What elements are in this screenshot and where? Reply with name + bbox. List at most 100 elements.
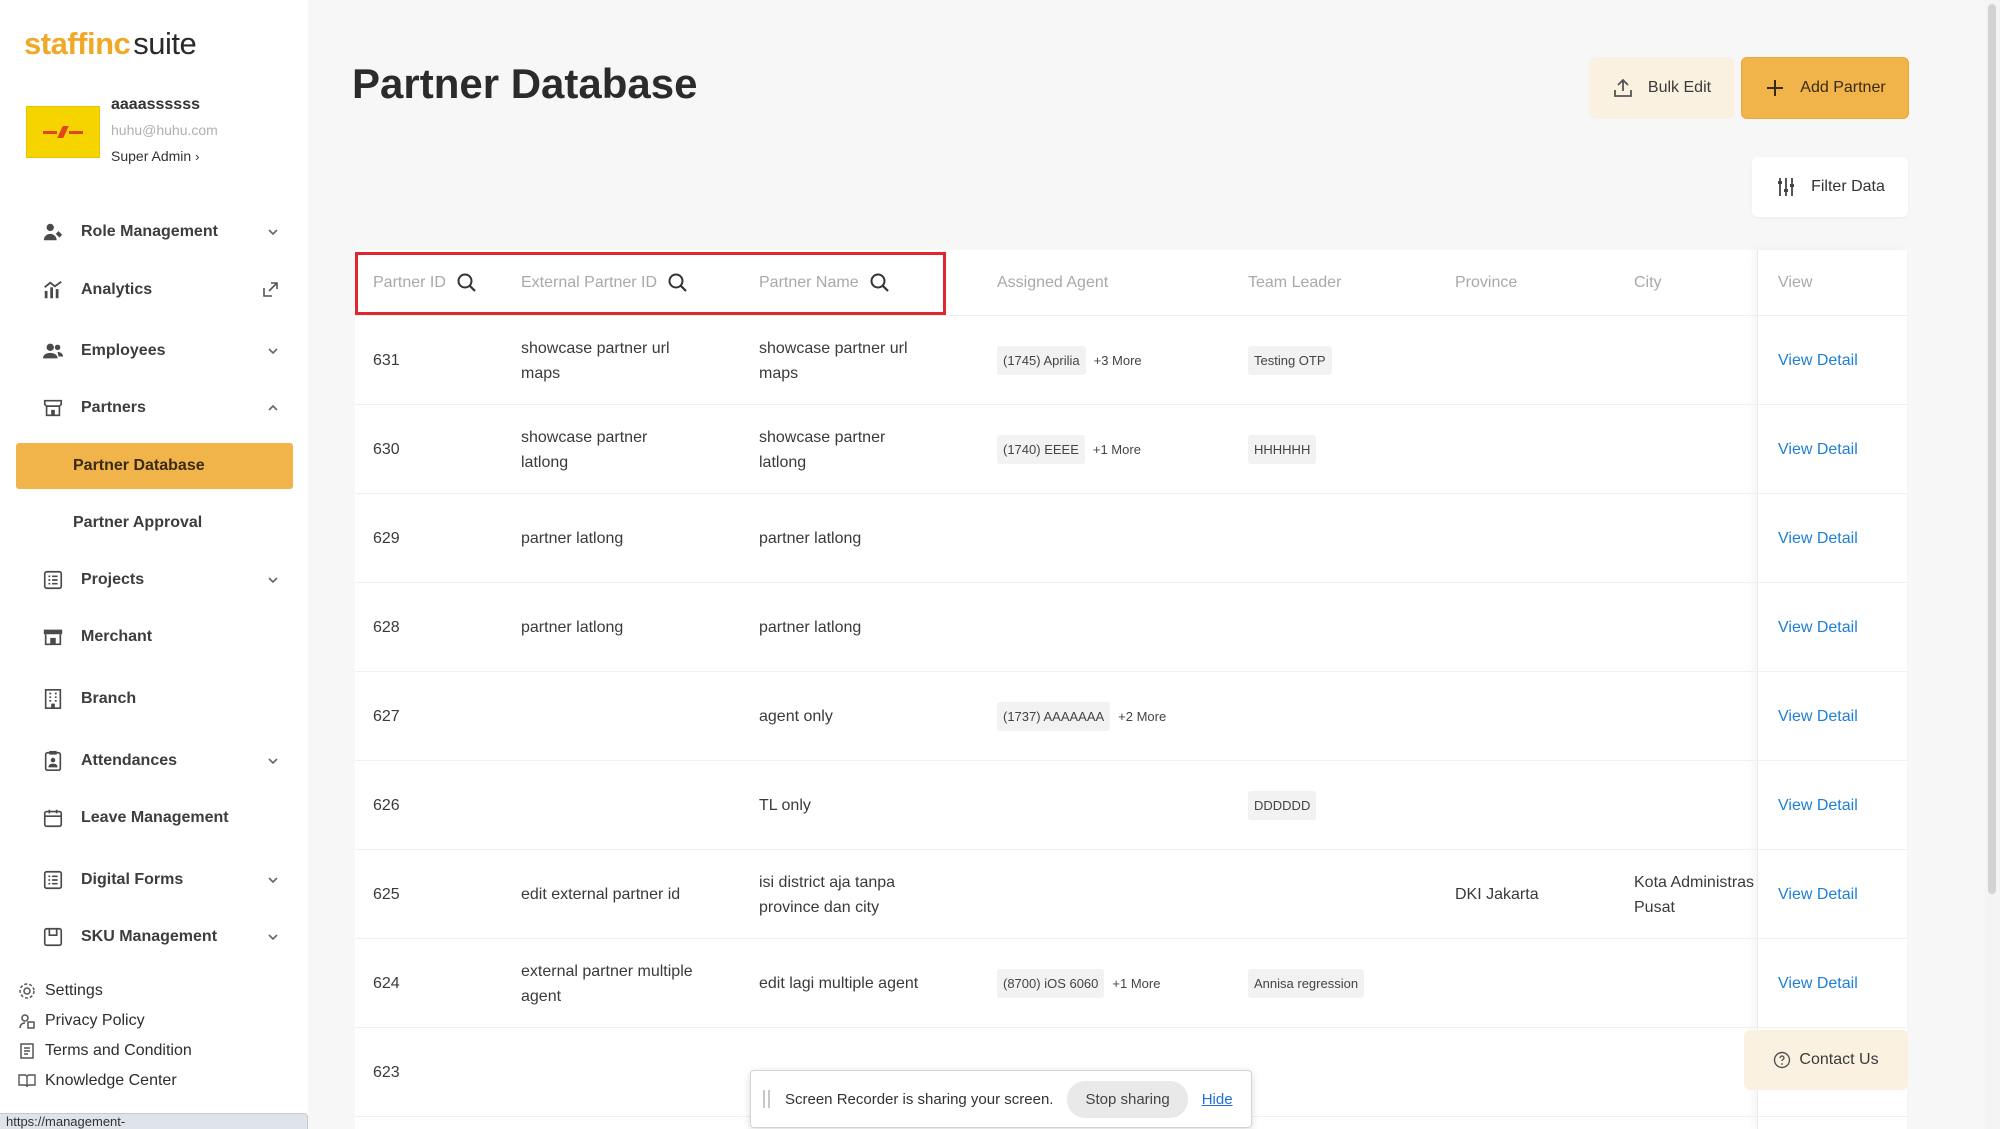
footer-link-terms[interactable]: Terms and Condition xyxy=(18,1039,192,1063)
cell-partner-name: showcase partner url maps xyxy=(759,339,908,382)
sidebar-item-employees[interactable]: Employees xyxy=(40,331,280,371)
avatar xyxy=(26,106,100,158)
column-header-label: Partner ID xyxy=(373,274,446,291)
sidebar-subitem-label: Partner Approval xyxy=(73,514,203,531)
cell-partner-id: 626 xyxy=(373,797,400,814)
external-link-icon xyxy=(263,282,278,297)
hide-button[interactable]: Hide xyxy=(1202,1091,1233,1108)
cell-city: Kota Administras Pusat xyxy=(1634,873,1755,916)
book-icon xyxy=(18,1072,36,1090)
view-detail-link[interactable]: View Detail xyxy=(1778,526,1858,551)
cell-external-partner-id: partner latlong xyxy=(521,530,624,547)
sidebar-item-projects[interactable]: Projects xyxy=(40,560,280,600)
view-detail-link[interactable]: View Detail xyxy=(1778,793,1858,818)
add-partner-button[interactable]: Add Partner xyxy=(1741,57,1909,119)
search-icon[interactable] xyxy=(869,272,891,294)
cell-external-partner-id: showcase partner latlong xyxy=(521,428,648,471)
agent-chip: (1740) EEEE xyxy=(997,435,1085,464)
sidebar-item-leave-management[interactable]: Leave Management xyxy=(40,798,280,838)
search-icon[interactable] xyxy=(456,272,478,294)
partners-icon xyxy=(40,395,66,421)
cell-city xyxy=(1634,494,1759,583)
plus-icon xyxy=(1767,80,1784,96)
agent-more-badge[interactable]: +1 More xyxy=(1112,971,1160,996)
sidebar-item-role-management[interactable]: Role Management xyxy=(40,212,280,252)
table-row: 631 showcase partner url maps showcase par… xyxy=(355,316,1907,405)
cell-view: View Detail xyxy=(1778,583,1858,672)
cell-view: View Detail xyxy=(1778,494,1858,583)
terms-icon xyxy=(18,1042,36,1060)
cell-partner-id: 627 xyxy=(373,708,400,725)
merchant-icon xyxy=(40,624,66,650)
footer-link-knowledge-center[interactable]: Knowledge Center xyxy=(18,1069,177,1093)
search-icon[interactable] xyxy=(667,272,689,294)
table-row: 625 edit external partner id isi district … xyxy=(355,850,1907,939)
sidebar-item-digital-forms[interactable]: Digital Forms xyxy=(40,860,280,900)
cell-external-partner-id: showcase partner url maps xyxy=(521,339,670,382)
view-detail-link[interactable]: View Detail xyxy=(1778,615,1858,640)
stop-sharing-button[interactable]: Stop sharing xyxy=(1067,1080,1188,1118)
app-logo[interactable]: staffincsuite xyxy=(24,26,197,62)
view-detail-link[interactable]: View Detail xyxy=(1778,882,1858,907)
sidebar-subitem-partner-approval[interactable]: Partner Approval xyxy=(16,500,293,546)
sidebar-item-merchant[interactable]: Merchant xyxy=(40,617,280,657)
filter-data-button[interactable]: Filter Data xyxy=(1752,157,1908,217)
footer-link-label: Terms and Condition xyxy=(45,1042,192,1059)
cell-city xyxy=(1634,672,1759,761)
user-profile: aaaassssss huhu@huhu.com Super Admin › xyxy=(26,94,296,170)
view-detail-link[interactable]: View Detail xyxy=(1778,437,1858,462)
sidebar-item-sku-management[interactable]: SKU Management xyxy=(40,917,280,957)
sidebar-subitem-partner-database[interactable]: Partner Database xyxy=(16,443,293,489)
add-partner-label: Add Partner xyxy=(1800,79,1886,96)
sidebar-item-branch[interactable]: Branch xyxy=(40,679,280,719)
footer-link-privacy-policy[interactable]: Privacy Policy xyxy=(18,1009,145,1033)
chevron-down-icon xyxy=(268,577,278,584)
agent-more-badge[interactable]: +2 More xyxy=(1118,704,1166,729)
profile-role-link[interactable]: Super Admin › xyxy=(111,148,200,164)
agent-more-badge[interactable]: +3 More xyxy=(1094,348,1142,373)
column-header-city: City xyxy=(1634,274,1662,291)
cell-partner-id: 625 xyxy=(373,886,400,903)
filter-sliders-icon xyxy=(1778,178,1795,196)
agent-more-badge[interactable]: +1 More xyxy=(1093,437,1141,462)
drag-handle[interactable] xyxy=(763,1090,773,1108)
cell-view: View Detail xyxy=(1778,761,1858,850)
footer-link-settings[interactable]: Settings xyxy=(18,979,103,1003)
cell-assigned-agent: (1740) EEEE +1 More xyxy=(997,405,1141,494)
sidebar-item-label: SKU Management xyxy=(81,928,218,945)
cell-external-partner-id: external partner multiple agent xyxy=(521,962,693,1005)
footer-link-label: Privacy Policy xyxy=(45,1012,145,1029)
cell-partner-name: agent only xyxy=(759,708,833,725)
privacy-icon xyxy=(18,1012,36,1030)
footer-link-label: Knowledge Center xyxy=(45,1072,177,1089)
recorder-message: Screen Recorder is sharing your screen. xyxy=(785,1090,1054,1108)
cell-partner-id: 628 xyxy=(373,619,400,636)
bulk-edit-button[interactable]: Bulk Edit xyxy=(1589,57,1734,119)
cell-partner-id: 631 xyxy=(373,352,400,369)
sidebar-item-label: Attendances xyxy=(81,752,178,769)
sidebar-item-partners[interactable]: Partners xyxy=(40,388,280,428)
help-circle-icon xyxy=(1774,1051,1791,1069)
contact-us-button[interactable]: Contact Us xyxy=(1744,1030,1908,1090)
settings-icon xyxy=(18,982,36,1000)
sidebar-item-analytics[interactable]: Analytics xyxy=(40,270,280,310)
role-management-icon xyxy=(40,219,66,245)
employees-icon xyxy=(40,338,66,364)
bulk-edit-label: Bulk Edit xyxy=(1647,79,1712,96)
cell-city xyxy=(1634,761,1759,850)
partner-table: Partner ID External Partner ID Partner N… xyxy=(355,250,1907,1129)
cell-view: View Detail xyxy=(1778,405,1858,494)
sidebar-item-attendances[interactable]: Attendances xyxy=(40,741,280,781)
scrollbar-thumb[interactable] xyxy=(1988,4,1996,894)
column-header-partner-id: Partner ID xyxy=(373,250,478,316)
cell-external-partner-id xyxy=(521,672,696,761)
table-row: 628 partner latlong partner latlong View De… xyxy=(355,583,1907,672)
column-header-external-partner-id: External Partner ID xyxy=(521,250,689,316)
view-detail-link[interactable]: View Detail xyxy=(1778,348,1858,373)
table-header: Partner ID External Partner ID Partner N… xyxy=(355,250,1907,316)
cell-partner-name: partner latlong xyxy=(759,619,862,636)
view-detail-link[interactable]: View Detail xyxy=(1778,971,1858,996)
view-detail-link[interactable]: View Detail xyxy=(1778,704,1858,729)
sidebar-item-label: Digital Forms xyxy=(81,871,184,888)
cell-partner-id: 630 xyxy=(373,441,400,458)
